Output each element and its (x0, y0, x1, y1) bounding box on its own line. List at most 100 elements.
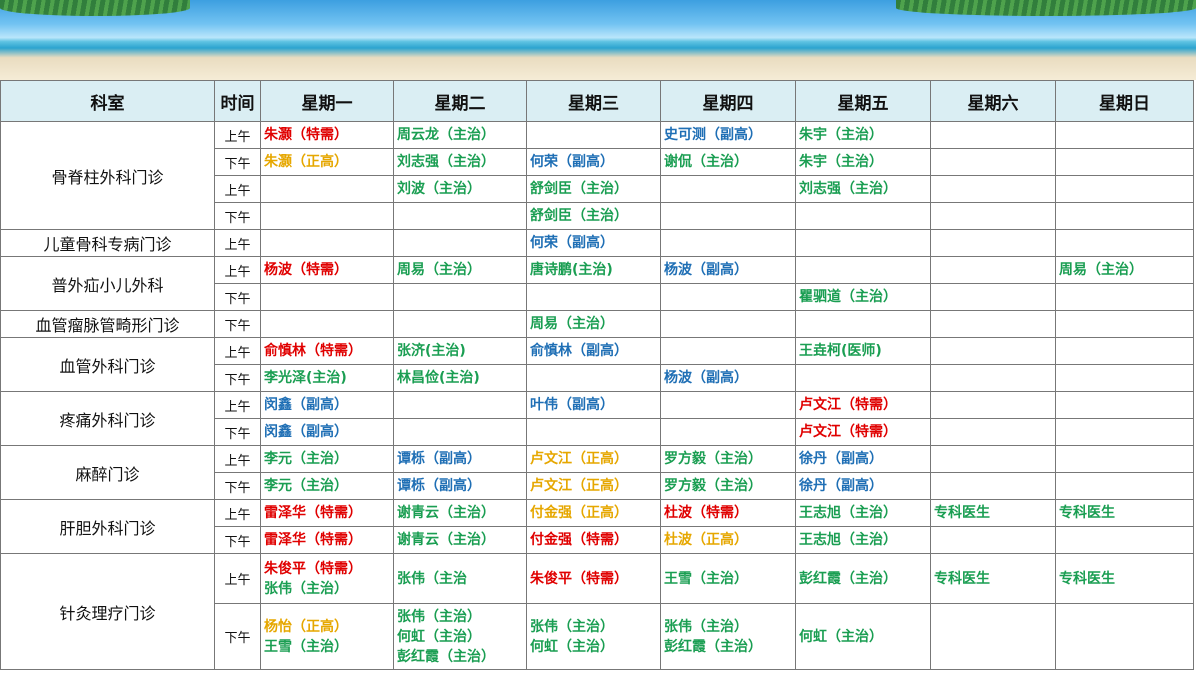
doctor-entry: 王垚柯(医师) (799, 343, 882, 359)
doctor-entry: 卢文江（正高） (530, 478, 628, 494)
doctor-cell (930, 472, 1056, 500)
doctor-cell: 刘志强（主治） (795, 175, 931, 203)
doctor-entry: 谢青云（主治） (397, 505, 495, 521)
session-time: 上午 (214, 229, 261, 257)
doctor-cell (930, 256, 1056, 284)
doctor-entry: 周易（主治） (530, 316, 614, 332)
department-name: 麻醉门诊 (0, 445, 215, 500)
doctor-cell (1055, 337, 1194, 365)
doctor-entry: 罗方毅（主治） (664, 478, 762, 494)
doctor-cell (1055, 603, 1194, 670)
doctor-entry: 谭栎（副高） (397, 478, 481, 494)
doctor-entry: 舒剑臣（主治） (530, 181, 628, 197)
doctor-entry: 罗方毅（主治） (664, 451, 762, 467)
doctor-entry: 闵鑫（副高） (264, 397, 348, 413)
doctor-cell: 谢青云（主治） (393, 499, 527, 527)
doctor-cell (660, 202, 796, 230)
header-fri: 星期五 (795, 80, 931, 122)
doctor-cell: 朱灏（特需） (260, 121, 394, 149)
clinic-schedule-table: 科室 时间 星期一 星期二 星期三 星期四 星期五 星期六 星期日 骨脊柱外科门… (0, 80, 1194, 670)
session-time: 下午 (214, 283, 261, 311)
doctor-cell: 俞慎林（特需） (260, 337, 394, 365)
doctor-cell: 王志旭（主治） (795, 526, 931, 554)
doctor-entry: 杨波（特需） (264, 262, 348, 278)
doctor-entry: 史可测（副高） (664, 127, 762, 143)
doctor-cell: 闵鑫（副高） (260, 418, 394, 446)
doctor-cell (930, 229, 1056, 257)
doctor-entry: 刘志强（主治） (799, 181, 897, 197)
doctor-entry: 付金强（正高） (530, 505, 628, 521)
doctor-cell: 王雪（主治） (660, 553, 796, 604)
doctor-entry: 谢青云（主治） (397, 532, 495, 548)
doctor-entry: 俞慎林（特需） (264, 343, 362, 359)
doctor-entry: 杨波（副高） (664, 262, 748, 278)
doctor-cell: 刘波（主治） (393, 175, 527, 203)
doctor-cell (660, 418, 796, 446)
doctor-entry: 徐丹（副高） (799, 451, 883, 467)
table-row: 疼痛外科门诊 上午 闵鑫（副高） 叶伟（副高） 卢文江（特需） (0, 391, 1194, 446)
doctor-cell: 卢文江（正高） (526, 472, 661, 500)
header-row: 科室 时间 星期一 星期二 星期三 星期四 星期五 星期六 星期日 (0, 80, 1194, 122)
session-time: 上午 (214, 445, 261, 473)
doctor-entry: 谭栎（副高） (397, 451, 481, 467)
doctor-cell: 专科医生 (1055, 499, 1194, 527)
doctor-cell: 谢青云（主治） (393, 526, 527, 554)
doctor-entry: 张伟（主治） (530, 618, 614, 635)
doctor-entry: 杨波（副高） (664, 370, 748, 386)
doctor-cell (260, 175, 394, 203)
header-tue: 星期二 (393, 80, 527, 122)
department-name: 血管外科门诊 (0, 337, 215, 392)
doctor-cell: 专科医生 (930, 499, 1056, 527)
doctor-entry: 何荣（副高） (530, 154, 614, 170)
doctor-cell: 卢文江（正高） (526, 445, 661, 473)
doctor-entry: 张伟（主治） (397, 608, 481, 625)
table-row: 血管外科门诊 上午 俞慎林（特需） 张济(主治) 俞慎林（副高） 王垚柯(医师) (0, 337, 1194, 392)
doctor-cell: 林昌俭(主治) (393, 364, 527, 392)
doctor-cell: 张济(主治) (393, 337, 527, 365)
doctor-cell (660, 391, 796, 419)
doctor-entry: 闵鑫（副高） (264, 424, 348, 440)
doctor-cell: 何荣（副高） (526, 229, 661, 257)
doctor-cell: 雷泽华（特需） (260, 526, 394, 554)
doctor-entry: 朱宇（主治） (799, 154, 883, 170)
doctor-cell (660, 175, 796, 203)
doctor-cell: 付金强（特需） (526, 526, 661, 554)
doctor-cell (930, 391, 1056, 419)
doctor-cell: 俞慎林（副高） (526, 337, 661, 365)
doctor-cell (930, 310, 1056, 338)
table-row: 肝胆外科门诊 上午 雷泽华（特需） 谢青云（主治） 付金强（正高） 杜波（特需） 王志旭（主… (0, 499, 1194, 554)
session-time: 上午 (214, 553, 261, 604)
doctor-entry: 俞慎林（副高） (530, 343, 628, 359)
doctor-cell: 舒剑臣（主治） (526, 175, 661, 203)
doctor-entry: 专科医生 (1059, 570, 1115, 587)
doctor-entry: 杜波（正高） (664, 532, 748, 548)
doctor-cell (795, 310, 931, 338)
department-name: 血管瘤脉管畸形门诊 (0, 310, 215, 338)
doctor-cell: 张伟（主治 (393, 553, 527, 604)
doctor-entry: 付金强（特需） (530, 532, 628, 548)
doctor-entry: 卢文江（特需） (799, 424, 897, 440)
doctor-entry: 周易（主治） (397, 262, 481, 278)
doctor-cell (660, 310, 796, 338)
doctor-entry: 唐诗鹏(主治) (530, 262, 613, 278)
doctor-cell: 朱俊平（特需） 张伟（主治） (260, 553, 394, 604)
table-row: 血管瘤脉管畸形门诊 下午 周易（主治） (0, 310, 1194, 338)
doctor-cell: 朱灏（正高） (260, 148, 394, 176)
doctor-cell (930, 364, 1056, 392)
doctor-entry: 朱宇（主治） (799, 127, 883, 143)
doctor-entry: 雷泽华（特需） (264, 505, 362, 521)
doctor-entry: 朱灏（特需） (264, 127, 348, 143)
schedule-body: 骨脊柱外科门诊 上午 朱灏（特需） 周云龙（主治） 史可测（副高） 朱宇（主治） 下午 朱灏（… (0, 121, 1194, 670)
doctor-cell: 李元（主治） (260, 445, 394, 473)
doctor-entry: 李元（主治） (264, 478, 348, 494)
doctor-cell (1055, 310, 1194, 338)
doctor-cell (930, 526, 1056, 554)
header-dept: 科室 (0, 80, 215, 122)
doctor-cell (260, 229, 394, 257)
doctor-cell: 谭栎（副高） (393, 445, 527, 473)
session-time: 下午 (214, 603, 261, 670)
doctor-cell: 罗方毅（主治） (660, 445, 796, 473)
session-time: 上午 (214, 499, 261, 527)
session-time: 上午 (214, 256, 261, 284)
doctor-cell (526, 418, 661, 446)
